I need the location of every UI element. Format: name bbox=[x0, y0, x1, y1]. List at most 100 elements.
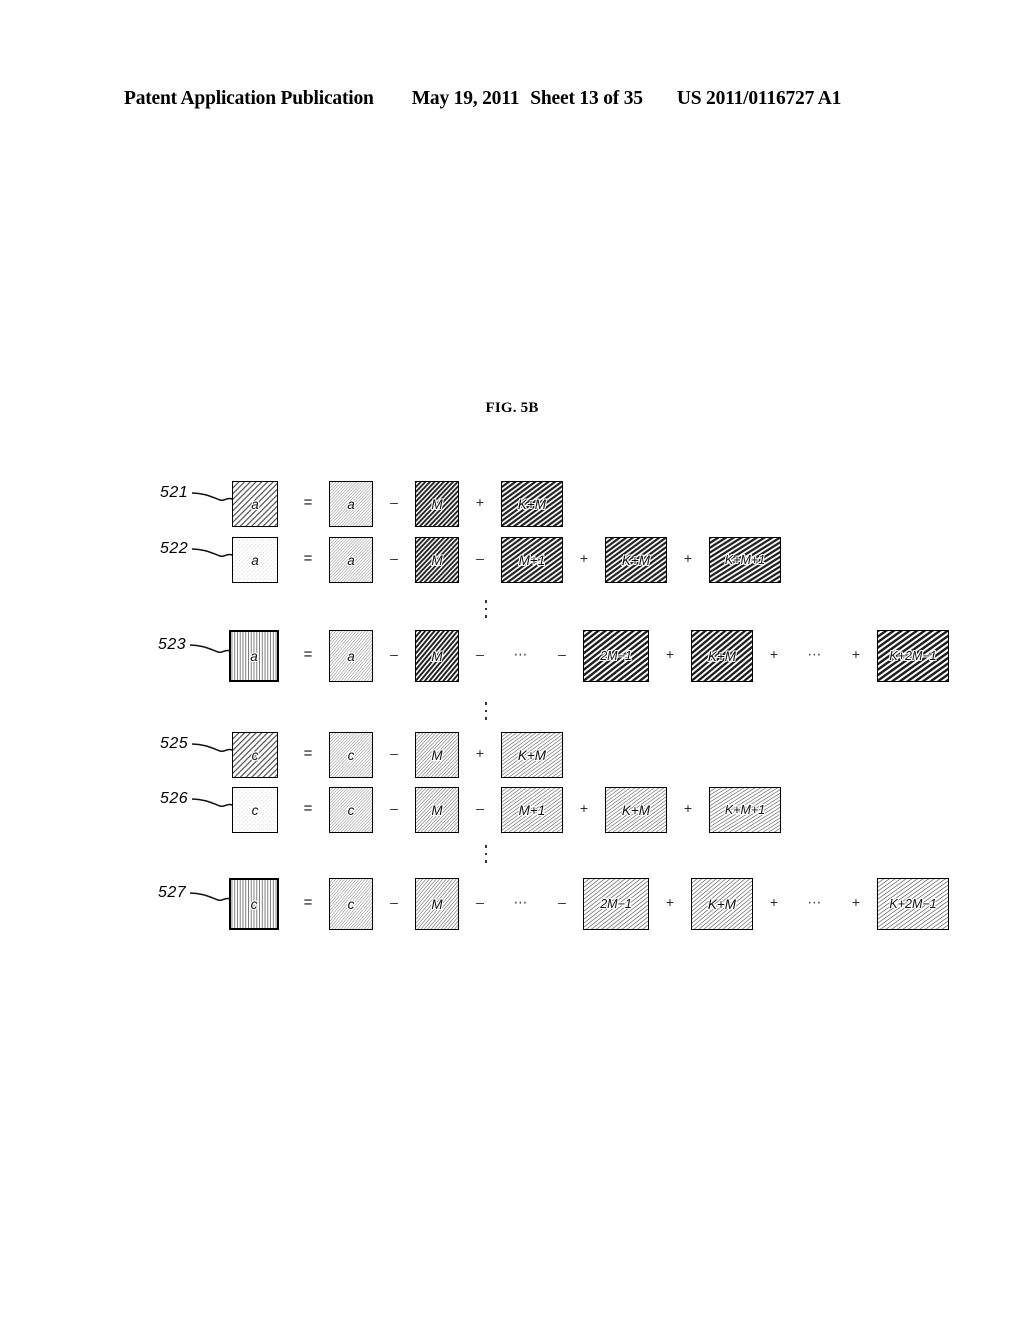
term-box: K+M bbox=[501, 732, 563, 778]
operator-minus: – bbox=[390, 745, 398, 761]
operator-minus: – bbox=[390, 550, 398, 566]
box-label: K+M bbox=[707, 896, 737, 912]
box-label: M bbox=[431, 648, 443, 664]
term-box: K+M bbox=[605, 537, 667, 583]
box-label: c bbox=[251, 747, 259, 763]
header-title: Patent Application Publication bbox=[124, 88, 374, 109]
box-label: 2M−1 bbox=[600, 649, 632, 663]
box-label: K+M bbox=[707, 648, 737, 664]
term-box: M bbox=[415, 537, 459, 583]
box-label: K+M+1 bbox=[724, 553, 766, 567]
term-box: K+M bbox=[691, 878, 753, 930]
box-label: c bbox=[347, 747, 355, 763]
figure-caption: FIG. 5B bbox=[485, 400, 539, 416]
header-publication-number: US 2011/0116727 A1 bbox=[676, 88, 842, 109]
horizontal-ellipsis: ⋯ bbox=[513, 894, 529, 910]
operator-minus: – bbox=[476, 550, 484, 566]
box-label: M bbox=[431, 802, 443, 818]
box-label: K+M bbox=[621, 802, 651, 818]
vertical-ellipsis-after-526 bbox=[483, 845, 489, 863]
term-box: M bbox=[415, 787, 459, 833]
box-label: K+M bbox=[517, 496, 547, 512]
term-box: M+1 bbox=[501, 787, 563, 833]
operator-minus: – bbox=[558, 646, 566, 662]
term-box: K+M+1 bbox=[709, 787, 781, 833]
box-label: K+2M−1 bbox=[889, 649, 937, 663]
operator-plus: + bbox=[683, 550, 693, 566]
term-box: c bbox=[329, 878, 373, 930]
operator-plus: + bbox=[851, 894, 861, 910]
operator-minus: – bbox=[476, 894, 484, 910]
term-box: M+1 bbox=[501, 537, 563, 583]
operator-minus: – bbox=[476, 646, 484, 662]
box-label: M bbox=[431, 496, 443, 512]
term-box: M bbox=[415, 878, 459, 930]
horizontal-ellipsis: ⋯ bbox=[807, 894, 823, 910]
vertical-ellipsis-after-523 bbox=[483, 702, 489, 720]
box-label: M bbox=[431, 896, 443, 912]
result-box-523: a bbox=[229, 630, 279, 682]
term-box: a bbox=[329, 481, 373, 527]
box-label: 2M−1 bbox=[600, 897, 632, 911]
term-box: M bbox=[415, 630, 459, 682]
box-label: a bbox=[250, 648, 258, 664]
box-label: M+1 bbox=[518, 802, 546, 818]
box-label: M bbox=[431, 747, 443, 763]
term-box: a bbox=[329, 537, 373, 583]
term-box: 2M−1 bbox=[583, 630, 649, 682]
term-box: K+M bbox=[605, 787, 667, 833]
box-label: c bbox=[347, 896, 355, 912]
operator-equals: = bbox=[303, 494, 313, 511]
operator-minus: – bbox=[390, 894, 398, 910]
term-box: M bbox=[415, 732, 459, 778]
term-box: K+M bbox=[691, 630, 753, 682]
header-date: May 19, 2011 bbox=[411, 88, 520, 109]
box-label: c bbox=[250, 896, 258, 912]
term-box: K+M bbox=[501, 481, 563, 527]
operator-plus: + bbox=[769, 646, 779, 662]
operator-minus: – bbox=[476, 800, 484, 816]
reference-number-526: 526 bbox=[160, 790, 189, 807]
operator-plus: + bbox=[851, 646, 861, 662]
operator-equals: = bbox=[303, 646, 313, 663]
operator-plus: + bbox=[665, 646, 675, 662]
box-label: K+M+1 bbox=[724, 803, 766, 817]
operator-plus: + bbox=[683, 800, 693, 816]
result-box-526: c bbox=[232, 787, 278, 833]
box-label: M bbox=[431, 552, 443, 568]
result-box-521: a bbox=[232, 481, 278, 527]
operator-minus: – bbox=[390, 494, 398, 510]
box-label: K+M bbox=[517, 747, 547, 763]
result-box-527: c bbox=[229, 878, 279, 930]
operator-minus: – bbox=[390, 800, 398, 816]
reference-number-525: 525 bbox=[160, 735, 189, 752]
operator-plus: + bbox=[769, 894, 779, 910]
operator-minus: – bbox=[390, 646, 398, 662]
vertical-ellipsis-after-522 bbox=[483, 600, 489, 618]
operator-plus: + bbox=[579, 550, 589, 566]
operator-minus: – bbox=[558, 894, 566, 910]
term-box: c bbox=[329, 787, 373, 833]
operator-plus: + bbox=[665, 894, 675, 910]
box-label: c bbox=[347, 802, 355, 818]
box-label: K+2M−1 bbox=[889, 897, 937, 911]
publication-header: Patent Application Publication May 19, 20… bbox=[124, 88, 900, 112]
term-box: K+2M−1 bbox=[877, 878, 949, 930]
term-box: a bbox=[329, 630, 373, 682]
box-label: a bbox=[347, 648, 355, 664]
reference-number-527: 527 bbox=[158, 884, 187, 901]
box-label: K+M bbox=[621, 552, 651, 568]
reference-number-521: 521 bbox=[160, 484, 189, 501]
box-label: c bbox=[251, 802, 259, 818]
term-box: M bbox=[415, 481, 459, 527]
operator-plus: + bbox=[475, 494, 485, 510]
operator-plus: + bbox=[579, 800, 589, 816]
result-box-522: a bbox=[232, 537, 278, 583]
term-box: K+M+1 bbox=[709, 537, 781, 583]
box-label: a bbox=[251, 552, 259, 568]
patent-figure-page: Patent Application Publication May 19, 20… bbox=[0, 0, 1024, 1320]
horizontal-ellipsis: ⋯ bbox=[807, 646, 823, 662]
term-box: K+2M−1 bbox=[877, 630, 949, 682]
header-sheet: Sheet 13 of 35 bbox=[530, 88, 643, 109]
equation-row-527: 527 c = c – M – ⋯ – 2M−1 + K+M + ⋯ + K+2M−1 bbox=[0, 0, 1024, 930]
